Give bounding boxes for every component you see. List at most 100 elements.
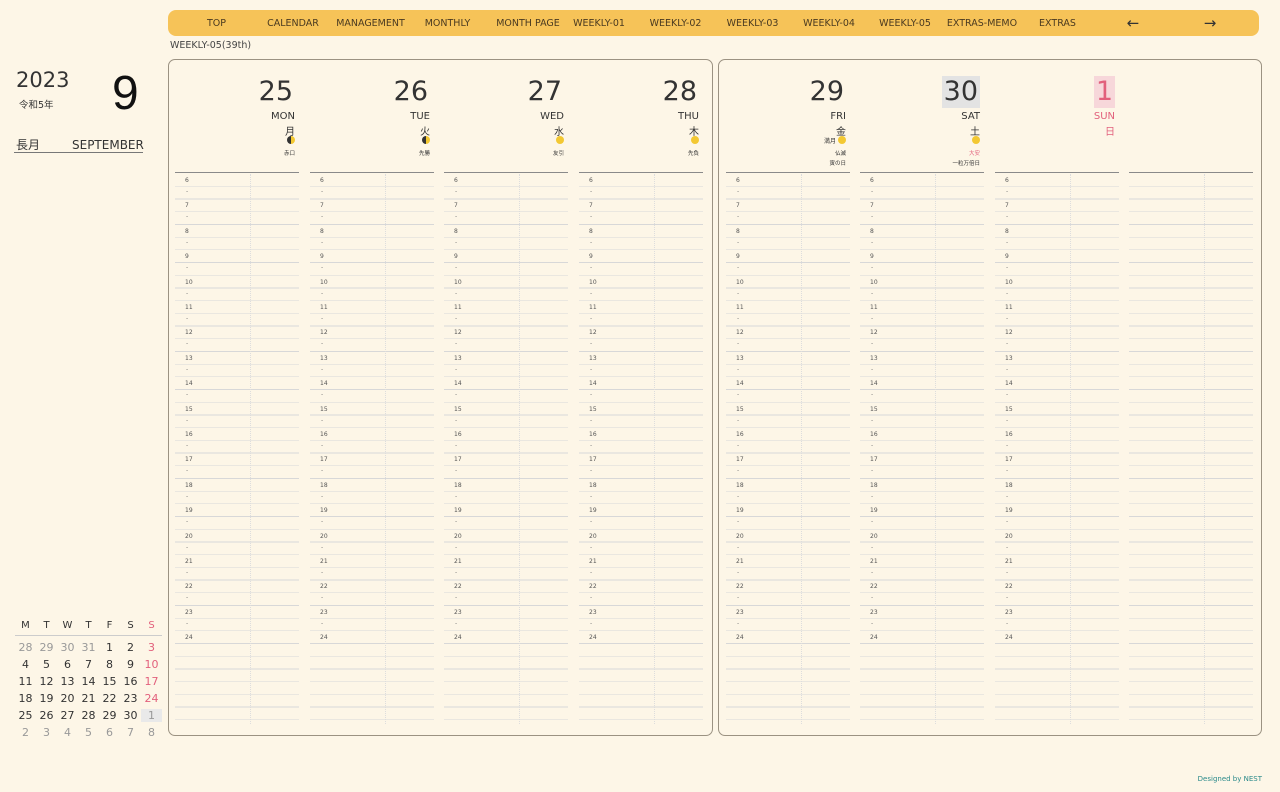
hourly-schedule-grid[interactable]: 6 - 7 - 8 - 9 - 10 - 11 - 12 - 13 - 14 - 15 - 16 - 17 - 18 - 19 - 20… bbox=[444, 174, 568, 724]
half-hour-mark: - bbox=[186, 365, 189, 373]
hour-label: 6 bbox=[1005, 177, 1009, 184]
mini-calendar-day[interactable]: 7 bbox=[120, 726, 141, 739]
mini-calendar-day[interactable]: 6 bbox=[99, 726, 120, 739]
half-hour-mark: - bbox=[455, 315, 458, 322]
mini-calendar-day[interactable]: 21 bbox=[78, 692, 99, 705]
half-hour-mark: - bbox=[1006, 238, 1009, 246]
mini-calendar-day[interactable]: 13 bbox=[57, 675, 78, 688]
mini-calendar-day[interactable]: 23 bbox=[120, 692, 141, 705]
half-hour-mark: - bbox=[455, 518, 458, 526]
header-divider bbox=[579, 172, 703, 173]
half-hour-mark: - bbox=[186, 391, 189, 399]
day-number[interactable]: 30 bbox=[941, 76, 980, 108]
mini-calendar-day[interactable]: 3 bbox=[141, 641, 162, 654]
mini-calendar-day[interactable]: 29 bbox=[36, 641, 57, 654]
nav-weekly-03[interactable]: WEEKLY-03 bbox=[724, 18, 781, 29]
mini-calendar-day[interactable]: 16 bbox=[120, 675, 141, 688]
hourly-schedule-grid[interactable] bbox=[1129, 174, 1253, 724]
hour-label: 18 bbox=[870, 481, 878, 489]
day-number[interactable]: 27 bbox=[526, 76, 564, 108]
nav-calendar[interactable]: CALENDAR bbox=[259, 18, 327, 29]
mini-calendar-day[interactable]: 18 bbox=[15, 692, 36, 705]
mini-calendar-day[interactable]: 1 bbox=[99, 641, 120, 654]
mini-calendar-day[interactable]: 26 bbox=[36, 709, 57, 722]
mini-calendar-day[interactable]: 2 bbox=[120, 641, 141, 654]
year-label[interactable]: 2023 bbox=[16, 68, 69, 92]
mini-calendar-day[interactable]: 31 bbox=[78, 641, 99, 654]
half-hour-mark: - bbox=[590, 365, 593, 373]
half-hour-mark: - bbox=[1006, 391, 1009, 399]
nav-month-page[interactable]: MONTH PAGE bbox=[488, 18, 568, 29]
mini-calendar-day[interactable]: 6 bbox=[57, 658, 78, 671]
mini-calendar-day[interactable]: 5 bbox=[78, 726, 99, 739]
mini-calendar-day[interactable]: 4 bbox=[15, 658, 36, 671]
mini-calendar-day[interactable]: 3 bbox=[36, 726, 57, 739]
mini-calendar-day[interactable]: 28 bbox=[78, 709, 99, 722]
grid-guide bbox=[801, 174, 802, 724]
half-hour-mark: - bbox=[321, 569, 324, 576]
day-header: 26 TUE 火先勝 bbox=[310, 60, 434, 172]
hour-label: 21 bbox=[320, 558, 328, 565]
half-hour-mark: - bbox=[871, 340, 874, 348]
hourly-schedule-grid[interactable]: 6 - 7 - 8 - 9 - 10 - 11 - 12 - 13 - 14 - 15 - 16 - 17 - 18 - 19 - 20… bbox=[310, 174, 434, 724]
nav-management[interactable]: MANAGEMENT bbox=[333, 18, 408, 29]
nav-extras[interactable]: EXTRAS bbox=[1031, 18, 1084, 29]
mini-calendar-day[interactable]: 20 bbox=[57, 692, 78, 705]
half-hour-mark: - bbox=[590, 391, 593, 399]
mini-calendar-day[interactable]: 9 bbox=[120, 658, 141, 671]
hourly-schedule-grid[interactable]: 6 - 7 - 8 - 9 - 10 - 11 - 12 - 13 - 14 - 15 - 16 - 17 - 18 - 19 - 20… bbox=[860, 174, 984, 724]
mini-calendar-day[interactable]: 30 bbox=[120, 709, 141, 722]
mini-calendar-day[interactable]: 10 bbox=[141, 658, 162, 671]
mini-calendar-day[interactable]: 7 bbox=[78, 658, 99, 671]
mini-calendar-day[interactable]: 15 bbox=[99, 675, 120, 688]
half-hour-mark: - bbox=[871, 416, 874, 424]
next-arrow-icon[interactable]: → bbox=[1200, 14, 1220, 32]
hourly-schedule-grid[interactable]: 6 - 7 - 8 - 9 - 10 - 11 - 12 - 13 - 14 - 15 - 16 - 17 - 18 - 19 - 20… bbox=[995, 174, 1119, 724]
mini-calendar-day[interactable]: 25 bbox=[15, 709, 36, 722]
hour-label: 12 bbox=[736, 329, 744, 337]
mini-calendar-day[interactable]: 4 bbox=[57, 726, 78, 739]
day-number[interactable]: 25 bbox=[257, 76, 295, 108]
mini-calendar-day[interactable]: 12 bbox=[36, 675, 57, 688]
hour-label: 21 bbox=[1005, 558, 1013, 565]
month-number[interactable]: 9 bbox=[112, 66, 139, 121]
mini-calendar-day[interactable]: 24 bbox=[141, 692, 162, 705]
mini-calendar-day[interactable]: 2 bbox=[15, 726, 36, 739]
hourly-schedule-grid[interactable]: 6 - 7 - 8 - 9 - 10 - 11 - 12 - 13 - 14 - 15 - 16 - 17 - 18 - 19 - 20… bbox=[726, 174, 850, 724]
hour-label: 17 bbox=[320, 456, 328, 464]
nav-weekly-05[interactable]: WEEKLY-05 bbox=[877, 18, 933, 29]
prev-arrow-icon[interactable]: ← bbox=[1123, 14, 1143, 32]
nav-weekly-01[interactable]: WEEKLY-01 bbox=[571, 18, 627, 29]
mini-calendar-day[interactable]: 22 bbox=[99, 692, 120, 705]
mini-calendar-day[interactable]: 17 bbox=[141, 675, 162, 688]
nav-weekly-04[interactable]: WEEKLY-04 bbox=[800, 18, 858, 29]
mini-calendar-day[interactable]: 29 bbox=[99, 709, 120, 722]
day-header: 27 WED 水友引 bbox=[444, 60, 568, 172]
nav-extras-memo[interactable]: EXTRAS-MEMO bbox=[946, 18, 1018, 29]
day-number[interactable]: 29 bbox=[808, 76, 846, 108]
day-number[interactable]: 28 bbox=[661, 76, 699, 108]
day-number[interactable]: 26 bbox=[392, 76, 430, 108]
hourly-schedule-grid[interactable]: 6 - 7 - 8 - 9 - 10 - 11 - 12 - 13 - 14 - 15 - 16 - 17 - 18 - 19 - 20… bbox=[175, 174, 299, 724]
mini-calendar-day[interactable]: 8 bbox=[141, 726, 162, 739]
mini-calendar-day[interactable]: 5 bbox=[36, 658, 57, 671]
half-hour-mark: - bbox=[1006, 213, 1009, 221]
hour-label: 19 bbox=[589, 507, 597, 515]
mini-calendar-day[interactable]: 27 bbox=[57, 709, 78, 722]
mini-calendar-day[interactable]: 30 bbox=[57, 641, 78, 654]
mini-calendar-day[interactable]: 28 bbox=[15, 641, 36, 654]
nav-top[interactable]: TOP bbox=[188, 18, 245, 29]
mini-calendar-day[interactable]: 11 bbox=[15, 675, 36, 688]
hour-label: 11 bbox=[454, 304, 462, 311]
half-hour-mark: - bbox=[1006, 416, 1009, 424]
half-hour-mark: - bbox=[455, 238, 458, 246]
hourly-schedule-grid[interactable]: 6 - 7 - 8 - 9 - 10 - 11 - 12 - 13 - 14 - 15 - 16 - 17 - 18 - 19 - 20… bbox=[579, 174, 703, 724]
day-number[interactable]: 1 bbox=[1093, 76, 1115, 108]
mini-calendar-day[interactable]: 14 bbox=[78, 675, 99, 688]
mini-calendar-day[interactable]: 8 bbox=[99, 658, 120, 671]
hour-label: 16 bbox=[454, 431, 462, 438]
nav-monthly[interactable]: MONTHLY bbox=[419, 18, 476, 29]
mini-calendar-day[interactable]: 1 bbox=[141, 709, 162, 722]
nav-weekly-02[interactable]: WEEKLY-02 bbox=[647, 18, 704, 29]
mini-calendar-day[interactable]: 19 bbox=[36, 692, 57, 705]
